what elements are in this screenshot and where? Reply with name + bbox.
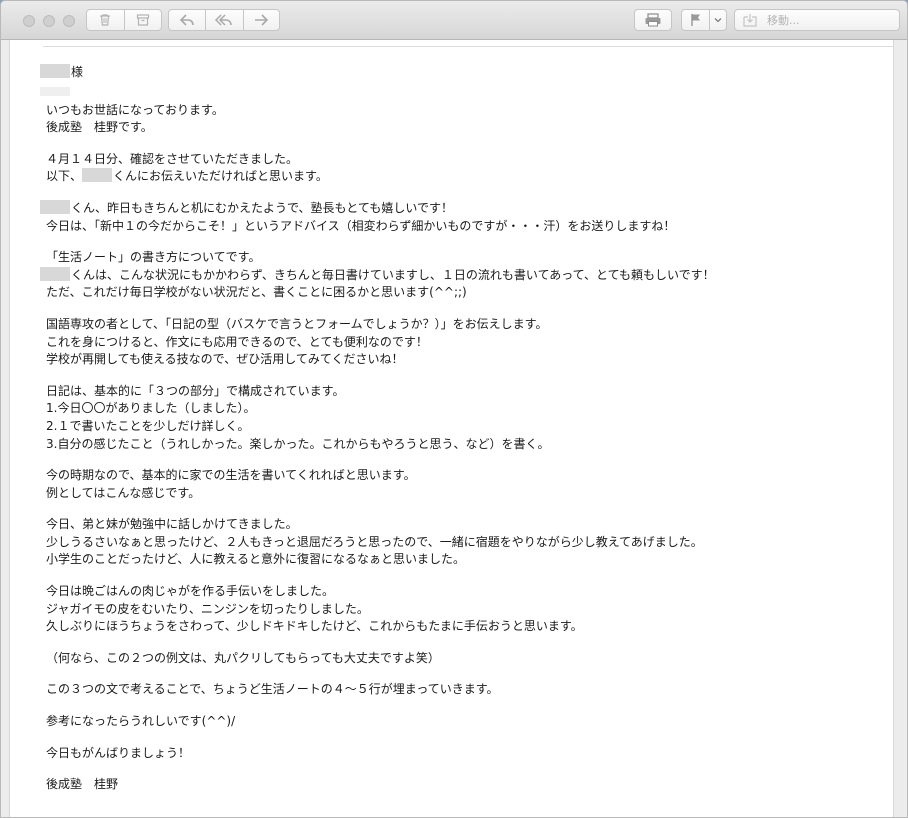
text-line: 後成塾 桂野です。 <box>46 120 153 135</box>
signature-line: 後成塾 桂野 <box>46 777 119 792</box>
trash-icon <box>100 14 111 26</box>
forward-icon <box>255 14 269 26</box>
zoom-window-button[interactable] <box>63 15 75 27</box>
paragraph-closing: 今日もがんばりましょう！ <box>46 745 715 763</box>
redacted-student-name <box>40 266 70 281</box>
close-window-button[interactable] <box>23 15 35 27</box>
flag-icon <box>691 14 700 26</box>
text-line: 少しうるさいなぁと思ったけど、２人もきっと退屈だろうと思ったので、一緒に宿題をや… <box>46 534 703 549</box>
reply-icon <box>180 14 194 26</box>
text-line: くんは、こんな状況にもかかわらず、きちんと毎日書けていますし、１日の流れも書いて… <box>40 266 715 285</box>
salutation: 様 <box>40 64 715 96</box>
forward-button[interactable] <box>242 10 279 30</box>
print-button[interactable] <box>635 10 671 30</box>
text-line: これを身につけると、作文にも応用できるので、とても便利なのです！ <box>46 334 428 349</box>
text-line: ４月１４日分、確認をさせていただきました。 <box>46 151 299 166</box>
redacted-recipient-line <box>40 86 70 96</box>
delete-button[interactable] <box>87 10 124 30</box>
redacted-student-name <box>82 168 113 183</box>
text-line: 国語専攻の者として、「日記の型（バスケで言うとフォームでしょうか？）」をお伝えし… <box>46 316 548 331</box>
archive-button[interactable] <box>123 10 162 30</box>
text-line: いつもお世話になっております。 <box>46 102 224 117</box>
text-line: 今日は、「新中１の今だからこそ！」というアドバイス（相変わらず細かいものですが・… <box>46 218 676 233</box>
text-line: この３つの文で考えることで、ちょうど生活ノートの４～５行が埋まっていきます。 <box>46 682 499 697</box>
text-fragment: くんは、こんな状況にもかかわらず、きちんと毎日書けていますし、１日の流れも書いて… <box>71 267 715 282</box>
archive-icon <box>136 14 149 26</box>
flag-menu-button[interactable] <box>709 10 726 30</box>
flag-button[interactable] <box>682 10 709 30</box>
text-line: 日記は、基本的に「３つの部分」で構成されています。 <box>46 383 345 398</box>
message-pane: 様 いつもお世話になっております。 後成塾 桂野です。 ４月１４日分、確認をさせ… <box>9 40 894 817</box>
paragraph-confirmation: ４月１４日分、確認をさせていただきました。 以下、 くんにお伝えいただければと思い… <box>46 151 715 186</box>
text-line: 久しぶりにほうちょうをさわって、少しドキドキしたけど、これからもたまに手伝おうと… <box>46 619 583 634</box>
text-line: 学校が再開しても使える技なので、ぜひ活用してみてくださいね！ <box>46 352 404 367</box>
paragraph-summary: この３つの文で考えることで、ちょうど生活ノートの４～５行が埋まっていきます。 <box>46 681 715 699</box>
text-line: 今日もがんばりましょう！ <box>46 745 191 760</box>
list-item: 1.今日〇〇がありました（しました）。 <box>46 401 256 416</box>
paragraph-praise: くん、昨日もきちんと机にむかえたようで、塾長もとても嬉しいです！ 今日は、「新中… <box>40 199 715 235</box>
reply-button[interactable] <box>169 10 205 30</box>
text-line: 以下、 くんにお伝えいただければと思います。 <box>46 168 715 186</box>
paragraph-diary-form: 国語専攻の者として、「日記の型（バスケで言うとフォームでしょうか？）」をお伝えし… <box>46 316 715 369</box>
text-line: ただ、これだけ毎日学校がない状況だと、書くことに困るかと思います(^^;;) <box>46 285 467 300</box>
paragraph-greeting: いつもお世話になっております。 後成塾 桂野です。 <box>46 102 715 137</box>
text-line: くん、昨日もきちんと机にむかえたようで、塾長もとても嬉しいです！ <box>40 199 715 218</box>
text-line: 例としてはこんな感じです。 <box>46 485 201 500</box>
text-fragment: 以下、 <box>46 169 83 184</box>
move-to-folder-icon <box>743 13 757 27</box>
paragraph-example-1: 今日、弟と妹が勉強中に話しかけてきました。 少しうるさいなぁと思ったけど、２人も… <box>46 516 715 569</box>
text-line: ジャガイモの皮をむいたり、ニンジンを切ったりしました。 <box>46 601 369 616</box>
paragraph-note: （何なら、この２つの例文は、丸パクリしてもらっても大丈夫ですよ笑） <box>46 650 715 668</box>
text-line: 今日、弟と妹が勉強中に話しかけてきました。 <box>46 517 298 532</box>
paragraph-hope: 参考になったらうれしいです(^^)/ <box>46 713 715 731</box>
print-icon <box>645 13 661 27</box>
reply-all-button[interactable] <box>205 10 242 30</box>
reply-forward-group <box>168 9 280 31</box>
header-divider <box>43 46 893 47</box>
paragraph-example-2: 今日は晩ごはんの肉じゃがを作る手伝いをしました。 ジャガイモの皮をむいたり、ニン… <box>46 583 715 636</box>
move-to-mailbox-button[interactable]: 移動... <box>734 9 900 31</box>
flag-group <box>681 9 727 31</box>
message-body: 様 いつもお世話になっております。 後成塾 桂野です。 ４月１４日分、確認をさせ… <box>40 64 715 808</box>
text-line: 参考になったらうれしいです(^^)/ <box>46 714 236 729</box>
text-line: （何なら、この２つの例文は、丸パクリしてもらっても大丈夫ですよ笑） <box>46 650 440 665</box>
print-group <box>634 9 672 31</box>
salutation-suffix: 様 <box>71 65 84 79</box>
text-line: 今日は晩ごはんの肉じゃがを作る手伝いをしました。 <box>46 584 335 599</box>
mail-window: 移動... 様 いつもお世話になっております。 後成塾 桂野です。 ４月１４日分… <box>0 0 908 818</box>
text-line: 「生活ノート」の書き方についてです。 <box>46 250 261 265</box>
signature: 後成塾 桂野 <box>46 776 715 794</box>
redacted-recipient-name <box>40 64 70 78</box>
text-fragment: くんにお伝えいただければと思います。 <box>113 169 328 184</box>
text-fragment: くん、昨日もきちんと机にむかえたようで、塾長もとても嬉しいです！ <box>71 200 453 215</box>
list-item: 2.１で書いたことを少しだけ詳しく。 <box>46 418 250 433</box>
paragraph-notebook: 「生活ノート」の書き方についてです。 くんは、こんな状況にもかかわらず、きちんと… <box>40 249 715 302</box>
redacted-student-name <box>40 199 70 214</box>
list-item: 3.自分の感じたこと（うれしかった。楽しかった。これからもやろうと思う、など）を… <box>46 436 550 451</box>
reply-all-icon <box>215 14 233 26</box>
paragraph-three-parts: 日記は、基本的に「３つの部分」で構成されています。 1.今日〇〇がありました（し… <box>46 383 715 453</box>
text-line: 今の時期なので、基本的に家での生活を書いてくれればと思います。 <box>46 468 416 483</box>
move-to-mailbox-label: 移動... <box>767 14 800 27</box>
minimize-window-button[interactable] <box>43 15 55 27</box>
toolbar: 移動... <box>1 1 907 40</box>
text-line: 小学生のことだったけど、人に教えると意外に復習になるなぁと思いました。 <box>46 552 466 567</box>
paragraph-example-intro: 今の時期なので、基本的に家での生活を書いてくれればと思います。 例としてはこんな… <box>46 467 715 502</box>
chevron-down-icon <box>714 18 722 23</box>
delete-archive-group <box>86 9 162 31</box>
